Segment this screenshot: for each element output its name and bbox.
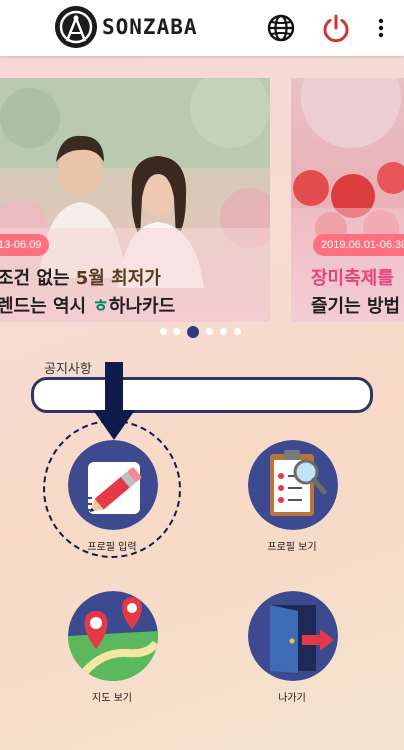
sonzaba-logo-icon [55,6,97,48]
banner-line1-highlight: 5월 최저가 [75,268,161,289]
map-view-label: 지도 보기 [92,693,132,704]
profile-input-button[interactable]: 프로필 입력 [52,430,172,553]
carousel-dot[interactable] [220,328,227,335]
banner-date-badge: 2019.06.01-06.30 [313,234,404,256]
banner-headline-1: 조건 없는 5월 최저가 [0,264,161,290]
notice-field[interactable] [31,377,373,413]
carousel-dot-active[interactable] [187,326,199,338]
carousel-dot[interactable] [206,328,213,335]
banner-carousel[interactable]: 13-06.09 조건 없는 5월 최저가 렌드는 역시 ㅎ하나카드 2019.… [0,56,404,342]
map-view-button[interactable]: 지도 보기 [52,583,172,704]
exit-door-icon [248,591,338,681]
app-brand: SONZABA [102,15,198,39]
banner-headline-1: 장미축제를 [311,268,394,289]
banner-headline-2: 즐기는 방법 [311,296,401,317]
hanacard-logo-icon: ㅎ [92,296,109,317]
banner-line1-prefix: 조건 없는 [0,268,76,289]
profile-input-label: 프로필 입력 [87,542,137,553]
banner-card-rose-festival[interactable]: 2019.06.01-06.30 장미축제를 즐기는 방법 [291,78,404,322]
profile-view-button[interactable]: 프로필 보기 [232,430,352,553]
app-header: SONZABA [0,0,404,56]
profile-view-label: 프로필 보기 [267,542,317,553]
power-icon[interactable] [320,12,352,44]
edit-pencil-icon [68,440,158,530]
exit-button[interactable]: 나가기 [232,583,352,704]
clipboard-search-icon [248,440,338,530]
more-vertical-icon[interactable] [372,12,390,44]
globe-icon[interactable] [265,12,297,44]
banner-card-hanacard[interactable]: 13-06.09 조건 없는 5월 최저가 렌드는 역시 ㅎ하나카드 [0,78,270,322]
banner-line2-prefix: 렌드는 역시 [0,296,93,317]
notice-label: 공지사항 [44,361,92,376]
banner-date-badge: 13-06.09 [0,234,50,256]
carousel-dot[interactable] [173,328,180,335]
exit-label: 나가기 [278,693,306,704]
banner-line2-brand: 하나카드 [108,296,176,317]
carousel-dot[interactable] [234,328,241,335]
banner-headline-2: 렌드는 역시 ㅎ하나카드 [0,292,175,318]
map-pin-icon [68,591,158,681]
carousel-dot[interactable] [160,328,167,335]
